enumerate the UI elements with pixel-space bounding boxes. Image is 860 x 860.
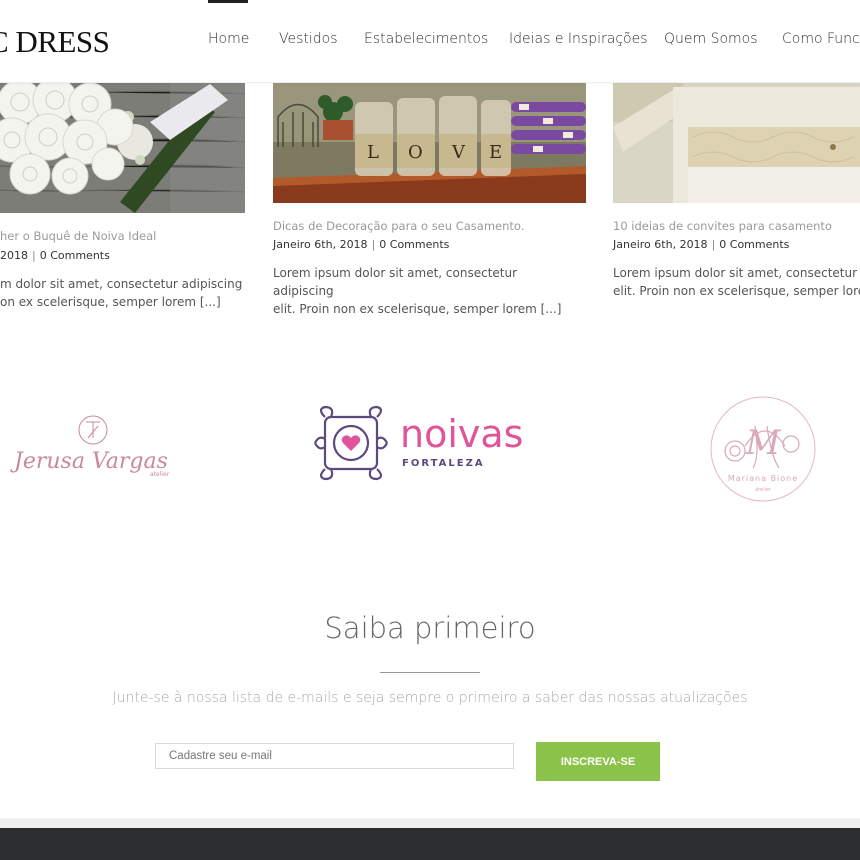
partner-name: noivas [400,412,523,456]
post-date: 2018 [0,249,28,262]
main-nav: Home Vestidos Estabelecimentos Ideias e … [0,31,860,51]
post-comments-link[interactable]: 0 Comments [379,238,449,251]
post-excerpt-line: m dolor sit amet, consectetur adipiscing [0,277,243,291]
post-image-bouquet[interactable] [0,82,245,213]
nav-active-indicator [208,0,248,3]
partner-sub: atelier [755,487,772,493]
post-excerpt-line: on ex scelerisque, semper lorem [...] [0,295,221,309]
post-excerpt: Lorem ipsum dolor sit amet, consectetur … [613,264,860,300]
post-title[interactable]: 10 ideias de convites para casamento [613,219,832,233]
nav-ideias[interactable]: Ideias e Inspirações [509,31,647,47]
nav-vestidos[interactable]: Vestidos [279,31,338,47]
post-meta: Janeiro 6th, 2018 | 0 Comments [273,238,449,251]
nav-home[interactable]: Home [208,31,249,47]
svg-text:E: E [489,142,502,163]
svg-text:M: M [745,423,782,463]
partner-sub: atelier [150,471,170,478]
post-meta: Janeiro 6th, 2018 | 0 Comments [613,238,789,251]
post-image-decoracao[interactable]: LOVE [273,82,586,203]
meta-separator: | [711,238,716,251]
svg-text:L: L [367,142,379,163]
partner-logo-noivas-fortaleza[interactable]: noivas FORTALEZA [313,405,548,481]
post-date: Janeiro 6th, 2018 [613,238,708,251]
post-image-convites[interactable] [613,82,860,203]
post-excerpt-line: Lorem ipsum dolor sit amet, consectetur … [273,266,518,298]
partner-name: Mariana Bione [728,474,798,483]
site-footer [0,828,860,860]
nav-como-funciona[interactable]: Como Funci [782,31,860,47]
newsletter-divider [380,672,480,673]
section-divider-strip [0,818,860,828]
svg-text:O: O [408,142,423,163]
post-excerpt: m dolor sit amet, consectetur adipiscing… [0,275,300,311]
post-comments-link[interactable]: 0 Comments [40,249,110,262]
nav-estabelecimentos[interactable]: Estabelecimentos [364,31,488,47]
post-date: Janeiro 6th, 2018 [273,238,368,251]
post-title[interactable]: Dicas de Decoração para o seu Casamento. [273,219,524,233]
newsletter-subscribe-button[interactable]: INSCREVA-SE [536,742,660,781]
partner-logo-jerusa-vargas[interactable]: Jerusa Vargas atelier [10,410,175,482]
meta-separator: | [371,238,376,251]
nav-quem-somos[interactable]: Quem Somos [664,31,758,47]
post-excerpt-line: Lorem ipsum dolor sit amet, consectetur … [613,266,860,280]
site-header: C DRESS Home Vestidos Estabelecimentos I… [0,0,860,83]
post-excerpt-line: elit. Proin non ex scelerisque, semper l… [273,302,562,316]
newsletter-title: Saiba primeiro [324,611,536,645]
meta-separator: | [32,249,36,262]
post-title[interactable]: her o Buquê de Noiva Ideal [0,229,156,243]
post-excerpt: Lorem ipsum dolor sit amet, consectetur … [273,264,573,318]
newsletter-subtitle: Junte-se à nossa lista de e-mails e seja… [112,690,748,706]
post-comments-link[interactable]: 0 Comments [719,238,789,251]
post-meta: 2018 | 0 Comments [0,249,110,262]
partner-name: Jerusa Vargas [10,449,168,474]
newsletter-email-input[interactable] [155,743,514,769]
partner-logo-mariana-bione[interactable]: M Mariana Bione atelier [705,396,821,502]
post-excerpt-line: elit. Proin non ex scelerisque, semper l… [613,284,860,298]
svg-text:V: V [451,142,466,163]
partner-sub: FORTALEZA [402,458,485,469]
